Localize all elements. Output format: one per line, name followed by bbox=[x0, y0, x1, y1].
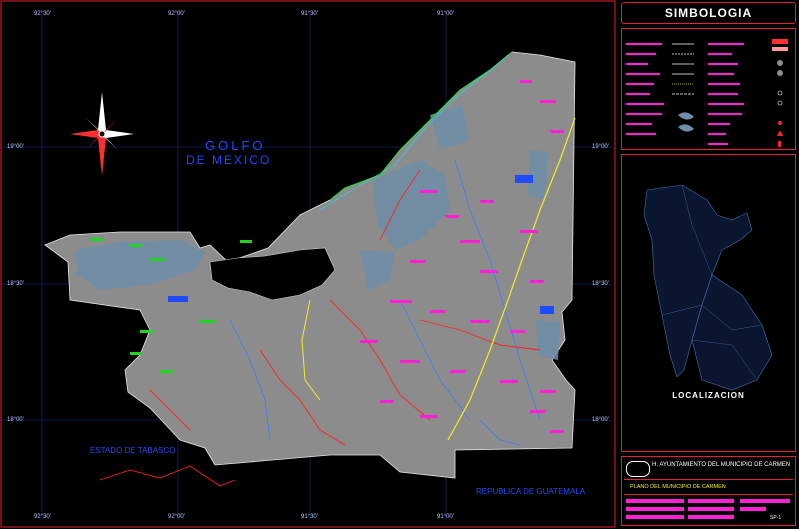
guatemala-label: REPUBLICA DE GUATEMALA bbox=[476, 487, 586, 496]
location-box: LOCALIZACION bbox=[621, 154, 796, 452]
coord-bottom-2: 92°00' bbox=[168, 514, 185, 520]
legend-box bbox=[621, 28, 796, 150]
coord-top-4: 91°00' bbox=[437, 11, 454, 17]
institution-name: H. AYUNTAMIENTO DEL MUNICIPIO DE CARMEN bbox=[652, 462, 791, 468]
legend-title: SIMBOLOGIA bbox=[664, 6, 753, 20]
location-title: LOCALIZACION bbox=[672, 391, 745, 400]
tabasco-label: ESTADO DE TABASCO bbox=[90, 446, 176, 455]
coord-left-1: 19°00' bbox=[7, 144, 24, 150]
coord-right-1: 19°00' bbox=[592, 144, 609, 150]
sheet-number: SP-1 bbox=[770, 515, 782, 521]
coord-top-3: 91°30' bbox=[301, 11, 318, 17]
coord-bottom-3: 91°30' bbox=[301, 514, 318, 520]
coord-bottom-4: 91°00' bbox=[437, 514, 454, 520]
coord-left-3: 18°00' bbox=[7, 417, 24, 423]
gulf-label-line2: DE MEXICO bbox=[186, 153, 272, 167]
north-arrow bbox=[70, 92, 134, 176]
coord-right-3: 18°00' bbox=[592, 417, 609, 423]
coord-top-2: 92°00' bbox=[168, 11, 185, 17]
plan-title: PLANO DEL MUNICIPIO DE CARMEN bbox=[630, 484, 726, 490]
coord-left-2: 18°30' bbox=[7, 281, 24, 287]
logo-icon bbox=[626, 461, 650, 477]
sidebar: SIMBOLOGIA LOCALIZACION H. AYUNTAMIENTO … bbox=[618, 0, 799, 529]
title-block: H. AYUNTAMIENTO DEL MUNICIPIO DE CARMEN … bbox=[621, 456, 796, 526]
coord-top-1: 92°30' bbox=[34, 11, 51, 17]
location-map bbox=[643, 184, 773, 391]
coord-right-2: 18°30' bbox=[592, 281, 609, 287]
gulf-label-line1: GOLFO bbox=[205, 138, 266, 153]
legend-title-box: SIMBOLOGIA bbox=[621, 2, 796, 24]
legend-symbols bbox=[626, 39, 788, 147]
coord-bottom-1: 92°30' bbox=[34, 514, 51, 520]
